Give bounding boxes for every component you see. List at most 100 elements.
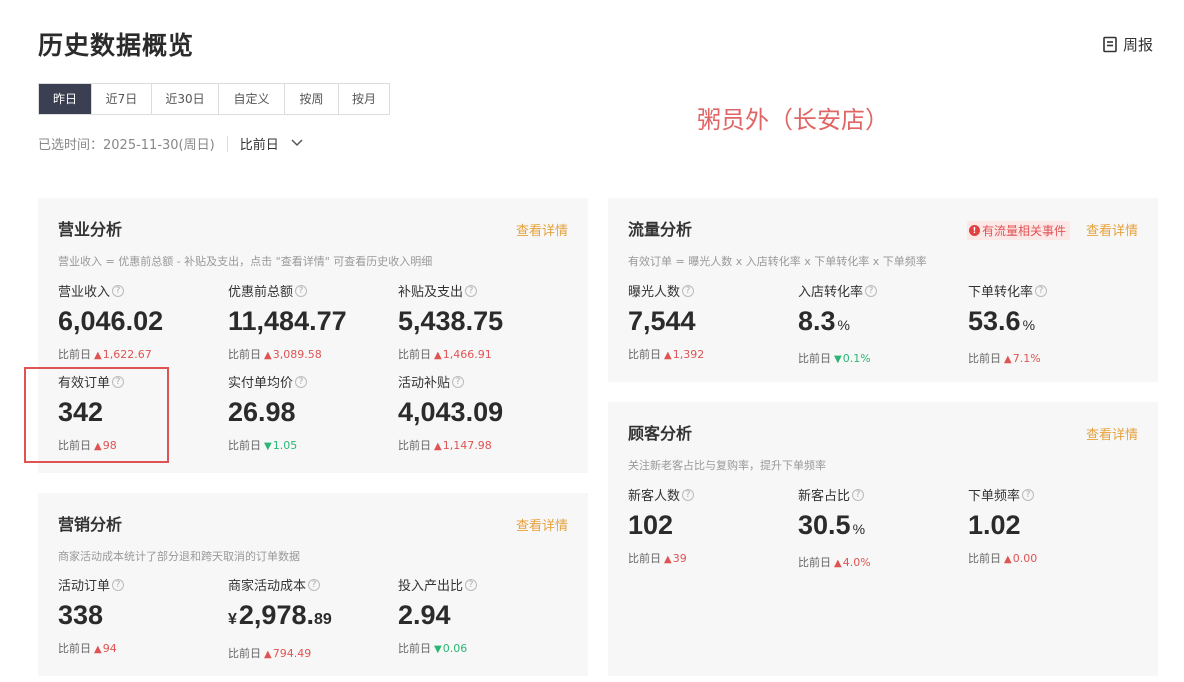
tab-yesterday[interactable]: 昨日	[39, 84, 91, 114]
help-icon[interactable]: ?	[852, 488, 865, 501]
metric-value: 8.3%	[798, 303, 877, 343]
compare-label: 比前日	[628, 348, 661, 361]
arrow-down-icon: ▼	[264, 441, 272, 452]
help-icon[interactable]: ?	[295, 284, 308, 297]
metric-value-number: 102	[628, 510, 674, 540]
help-icon[interactable]: ?	[295, 375, 308, 388]
metric-value: ¥2,978.89	[228, 597, 332, 638]
history-overview-page: 历史数据概览 周报 昨日 近7日 近30日 自定义 按周 按月 已选时间：202…	[0, 0, 1184, 682]
metric-label-row: 新客占比 ?	[798, 485, 871, 504]
compare-label: 比前日	[398, 348, 431, 361]
metric-customer-1: 新客占比 ? 30.5% 比前日 ▲4.0%	[798, 485, 871, 570]
metric-compare: 比前日 ▲1,392	[628, 346, 704, 362]
metric-label: 活动补贴	[398, 376, 451, 391]
traffic-event-badge[interactable]: ! 有流量相关事件	[966, 221, 1070, 240]
arrow-up-icon: ▲	[94, 350, 102, 361]
traffic-analysis-card: 流量分析 ! 有流量相关事件 查看详情 有效订单 = 曝光人数 x 入店转化率 …	[608, 198, 1158, 382]
metric-delta: 0.06	[442, 642, 468, 655]
marketing-details-link[interactable]: 查看详情	[516, 515, 568, 534]
card-title: 流量分析	[628, 220, 693, 239]
help-icon[interactable]: ?	[112, 578, 125, 591]
metric-delta: 1,147.98	[442, 439, 492, 452]
compare-label: 比前日	[398, 642, 431, 655]
traffic-details-link[interactable]: 查看详情	[1086, 220, 1138, 239]
metric-label: 补贴及支出	[398, 285, 464, 300]
help-icon[interactable]: ?	[308, 578, 321, 591]
metric-label: 新客人数	[628, 489, 681, 504]
compare-label: 比前日	[228, 348, 261, 361]
metric-label-row: 活动补贴 ?	[398, 372, 503, 391]
help-icon[interactable]: ?	[465, 578, 478, 591]
metric-value-number: 6,046.02	[58, 306, 164, 336]
card-title: 顾客分析	[628, 424, 693, 443]
compare-label: 比前日	[798, 352, 831, 365]
metric-traffic-1: 入店转化率 ? 8.3% 比前日 ▼0.1%	[798, 281, 878, 366]
metric-value-number: 30.5	[798, 510, 851, 540]
business-analysis-card: 营业分析 查看详情 营业收入 = 优惠前总额 - 补贴及支出，点击 "查看详情"…	[38, 198, 588, 473]
weekly-report-label: 周报	[1123, 36, 1154, 54]
metric-label: 商家活动成本	[228, 579, 307, 594]
tab-by-month[interactable]: 按月	[338, 84, 389, 114]
metric-value: 7,544	[628, 303, 704, 339]
metric-compare: 比前日 ▲98	[58, 437, 124, 453]
metric-business-3: 有效订单 ? 342 比前日 ▲98	[58, 372, 125, 453]
metric-label-row: 商家活动成本 ?	[228, 575, 332, 594]
compare-label: 比前日	[58, 642, 91, 655]
help-icon[interactable]: ?	[452, 375, 465, 388]
card-description: 营业收入 = 优惠前总额 - 补贴及支出，点击 "查看详情" 可查看历史收入明细	[58, 255, 433, 268]
tab-last-30-days[interactable]: 近30日	[151, 84, 218, 114]
card-description: 关注新老客占比与复购率，提升下单频率	[628, 459, 826, 472]
arrow-up-icon: ▲	[664, 554, 672, 565]
compare-label: 比前日	[58, 439, 91, 452]
metric-delta: 794.49	[272, 647, 312, 660]
help-icon[interactable]: ?	[682, 488, 695, 501]
compare-dropdown[interactable]: 比前日	[240, 134, 303, 153]
metric-compare: 比前日 ▲7.1%	[968, 350, 1047, 366]
metric-value-number: 5,438.75	[398, 306, 504, 336]
help-icon[interactable]: ?	[1035, 284, 1048, 297]
compare-label: 比前日	[628, 552, 661, 565]
help-icon[interactable]: ?	[112, 284, 125, 297]
report-icon	[1102, 36, 1118, 53]
metric-compare: 比前日 ▲94	[58, 640, 124, 656]
metric-delta: 1,466.91	[442, 348, 492, 361]
compare-label: 比前日	[58, 348, 91, 361]
metric-traffic-0: 曝光人数 ? 7,544 比前日 ▲1,392	[628, 281, 704, 362]
metric-label: 优惠前总额	[228, 285, 294, 300]
help-icon[interactable]: ?	[112, 375, 125, 388]
metric-unit: %	[837, 317, 850, 333]
tab-last-7-days[interactable]: 近7日	[91, 84, 151, 114]
metric-delta: 4.0%	[842, 556, 871, 569]
customer-analysis-card: 顾客分析 查看详情 关注新老客占比与复购率，提升下单频率 新客人数 ? 102 …	[608, 402, 1158, 676]
weekly-report-button[interactable]: 周报	[1102, 34, 1153, 55]
metric-compare: 比前日 ▲0.00	[968, 550, 1037, 566]
arrow-up-icon: ▲	[434, 350, 442, 361]
metric-delta: 1.05	[272, 439, 298, 452]
help-icon[interactable]: ?	[1022, 488, 1035, 501]
metric-marketing-1: 商家活动成本 ? ¥2,978.89 比前日 ▲794.49	[228, 575, 332, 661]
customer-details-link[interactable]: 查看详情	[1086, 424, 1138, 443]
metric-label-row: 新客人数 ?	[628, 485, 695, 504]
metric-value: 6,046.02	[58, 303, 163, 339]
metric-label-row: 实付单均价 ?	[228, 372, 308, 391]
page-title: 历史数据概览	[38, 31, 195, 60]
metric-label: 投入产出比	[398, 579, 464, 594]
metric-compare: 比前日 ▲1,622.67	[58, 346, 163, 362]
arrow-up-icon: ▲	[264, 649, 272, 660]
metric-value-number: 338	[58, 600, 104, 630]
business-details-link[interactable]: 查看详情	[516, 220, 568, 239]
compare-label: 比前日	[798, 556, 831, 569]
metric-compare: 比前日 ▲794.49	[228, 645, 332, 661]
metric-delta: 1,392	[672, 348, 705, 361]
metric-value: 53.6%	[968, 303, 1047, 343]
tab-custom[interactable]: 自定义	[218, 84, 284, 114]
help-icon[interactable]: ?	[682, 284, 695, 297]
tab-by-week[interactable]: 按周	[284, 84, 338, 114]
metric-customer-2: 下单频率 ? 1.02 比前日 ▲0.00	[968, 485, 1037, 566]
metric-compare: 比前日 ▼1.05	[228, 437, 307, 453]
metric-value: 26.98	[228, 394, 307, 430]
help-icon[interactable]: ?	[865, 284, 878, 297]
metric-value-number: 342	[58, 397, 104, 427]
divider	[226, 135, 228, 152]
help-icon[interactable]: ?	[465, 284, 478, 297]
